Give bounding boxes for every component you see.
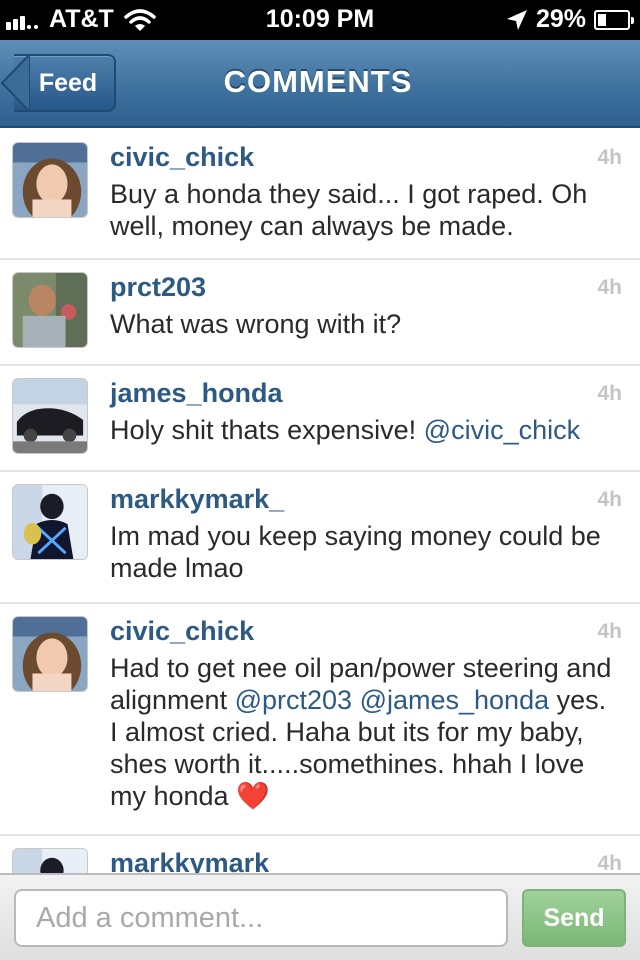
- location-arrow-icon: [506, 9, 527, 30]
- comment-username[interactable]: prct203: [110, 272, 206, 303]
- mention-link[interactable]: @prct203: [235, 685, 352, 715]
- comment-input[interactable]: [14, 889, 508, 947]
- status-right: 29%: [506, 5, 634, 34]
- comment-time: 4h: [597, 146, 622, 169]
- comment-text-body: Holy shit thats expensive!: [110, 415, 417, 445]
- comments-list[interactable]: civic_chick 4h Buy a honda they said... …: [0, 130, 640, 873]
- mention-link[interactable]: @civic_chick: [424, 415, 580, 445]
- comment-item: civic_chick 4h Had to get nee oil pan/po…: [0, 604, 640, 836]
- comment-item: james_honda 4h Holy shit thats expensive…: [0, 366, 640, 472]
- page-title: COMMENTS: [223, 64, 413, 99]
- avatar[interactable]: [12, 616, 88, 692]
- battery-percent: 29%: [535, 5, 586, 33]
- comment-time: 4h: [597, 382, 622, 405]
- comment-time: 4h: [597, 276, 622, 299]
- status-bar: AT&T 10:09 PM 29%: [0, 0, 640, 40]
- avatar[interactable]: [12, 848, 88, 873]
- avatar[interactable]: [12, 378, 88, 454]
- comment-username[interactable]: markkymark: [110, 848, 269, 873]
- comment-input-bar: Send: [0, 873, 640, 960]
- comment-item: prct203 4h What was wrong with it?: [0, 260, 640, 366]
- battery-fill: [598, 13, 606, 26]
- comment-username[interactable]: james_honda: [110, 378, 283, 409]
- comment-username[interactable]: civic_chick: [110, 616, 254, 647]
- comment-time: 4h: [597, 852, 622, 873]
- mention-link[interactable]: @james_honda: [360, 685, 550, 715]
- comment-text: Holy shit thats expensive! @civic_chick: [110, 414, 616, 446]
- comment-item: markkymark_ 4h Im mad you keep saying mo…: [0, 472, 640, 604]
- comment-time: 4h: [597, 488, 622, 511]
- avatar[interactable]: [12, 484, 88, 560]
- battery-icon: [594, 9, 634, 30]
- comment-text: Had to get nee oil pan/power steering an…: [110, 652, 616, 812]
- comment-username[interactable]: civic_chick: [110, 142, 254, 173]
- comment-item: civic_chick 4h Buy a honda they said... …: [0, 130, 640, 260]
- comment-text: What was wrong with it?: [110, 309, 402, 339]
- avatar[interactable]: [12, 142, 88, 218]
- heart-emoji-icon: ❤️: [236, 781, 270, 811]
- send-button[interactable]: Send: [522, 889, 626, 947]
- avatar[interactable]: [12, 272, 88, 348]
- comment-item: markkymark 4h: [0, 836, 640, 873]
- comment-username[interactable]: markkymark_: [110, 484, 284, 515]
- comment-text: Buy a honda they said... I got raped. Oh…: [110, 179, 588, 241]
- comment-time: 4h: [597, 620, 622, 643]
- nav-bar: Feed COMMENTS: [0, 40, 640, 128]
- comment-text: Im mad you keep saying money could be ma…: [110, 521, 601, 583]
